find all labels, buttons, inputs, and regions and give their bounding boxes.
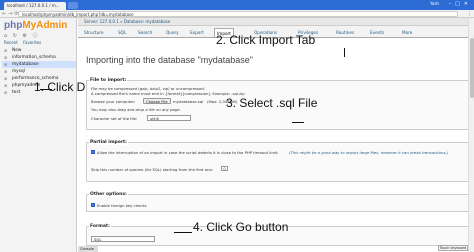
partial-import-section: Partial import: Allow the interruption o… xyxy=(86,140,471,182)
sidebar-icons[interactable]: ⌂ ↻ ⚙ ⓘ xyxy=(4,32,40,39)
tab-query[interactable]: Query xyxy=(164,28,181,37)
allow-interrupt-note: (This might be a good way to import larg… xyxy=(289,150,449,155)
charset-label: Character set of the file: xyxy=(91,116,138,121)
db-item-information-schema[interactable]: information_schema xyxy=(2,54,76,61)
tab-events[interactable]: Events xyxy=(368,28,386,37)
foreign-key-checkbox[interactable] xyxy=(91,203,95,207)
other-options-section: Other options: Enable foreign key checks xyxy=(86,192,471,212)
db-item-mydatabase[interactable]: mydatabase xyxy=(2,61,76,68)
annotation-step-2: 2. Click Import Tab xyxy=(216,33,316,47)
foreign-key-label: Enable foreign key checks xyxy=(97,203,147,208)
breadcrumb[interactable]: Server: 127.0.0.1 » Database: mydatabase xyxy=(78,18,474,26)
annotation-step-4: 4. Click Go button xyxy=(193,220,289,234)
allow-interrupt-checkbox[interactable] xyxy=(91,150,95,154)
skip-queries-input[interactable]: 0 xyxy=(221,166,228,171)
menu-icon[interactable]: ⋮ xyxy=(467,10,472,18)
pma-sidebar: phpMyAdmin ⌂ ↻ ⚙ ⓘ Recent Favorites New … xyxy=(0,18,77,252)
browser-titlebar: localhost / 127.0.0.1 / m... Yash –□✕ xyxy=(0,0,474,10)
console-toggle[interactable]: Console xyxy=(78,246,98,252)
format-select[interactable]: SQL xyxy=(91,236,155,242)
sidebar-tabs: Recent Favorites xyxy=(4,40,45,45)
compression-example: A compressed file's name must end in .[f… xyxy=(91,91,245,96)
annotation-arrow-1 xyxy=(40,89,52,90)
tab-export[interactable]: Export xyxy=(188,28,206,37)
page-title: Importing into the database "mydatabase" xyxy=(86,55,253,65)
touch-keyboard-button[interactable]: Touch keyboard xyxy=(438,245,468,251)
tab-routines[interactable]: Routines xyxy=(334,28,356,37)
browser-user[interactable]: Yash xyxy=(430,1,439,6)
charset-select[interactable]: utf-8 xyxy=(147,115,191,121)
db-item-new[interactable]: New xyxy=(2,47,76,54)
selected-file-name: mydatabase.sql xyxy=(173,99,204,104)
file-import-legend: File to import: xyxy=(89,78,128,83)
scrollbar-thumb[interactable] xyxy=(470,38,474,98)
main-panel: Server: 127.0.0.1 » Database: mydatabase… xyxy=(78,18,474,252)
scrollbar[interactable] xyxy=(468,18,474,252)
drag-drop-note: You may also drag and drop a file on any… xyxy=(91,107,181,112)
annotation-arrow-2 xyxy=(344,48,345,57)
annotation-arrow-4 xyxy=(174,232,192,233)
choose-file-button[interactable]: Choose File xyxy=(143,98,171,104)
sidebar-tab-recent[interactable]: Recent xyxy=(4,40,18,45)
browser-toolbar: ←→⟳ localhost/phpmyadmin/db_import.php?d… xyxy=(0,10,474,18)
annotation-step-3: 3. Select .sql File xyxy=(226,96,318,110)
tab-search[interactable]: Search xyxy=(136,28,154,37)
browser-tab[interactable]: localhost / 127.0.0.1 / m... xyxy=(4,2,66,10)
tab-structure[interactable]: Structure xyxy=(82,28,105,37)
other-options-legend: Other options: xyxy=(89,192,128,197)
tab-more[interactable]: More xyxy=(400,28,414,37)
db-item-mysql[interactable]: mysql xyxy=(2,68,76,75)
sidebar-tab-favorites[interactable]: Favorites xyxy=(23,40,41,45)
partial-import-legend: Partial import: xyxy=(89,140,128,145)
browse-label: Browse your computer: xyxy=(91,99,136,104)
address-bar[interactable]: localhost/phpmyadmin/db_import.php?db=my… xyxy=(18,11,458,17)
window-controls[interactable]: –□✕ xyxy=(449,1,472,7)
annotation-arrow-3 xyxy=(292,122,304,123)
new-tab-button[interactable] xyxy=(68,2,78,9)
allow-interrupt-label: Allow the interruption of an import in c… xyxy=(97,150,279,155)
pma-logo[interactable]: phpMyAdmin xyxy=(4,20,67,31)
format-legend: Format: xyxy=(89,224,111,229)
tab-sql[interactable]: SQL xyxy=(116,28,128,37)
skip-queries-label: Skip this number of queries (for SQL) st… xyxy=(91,167,214,172)
